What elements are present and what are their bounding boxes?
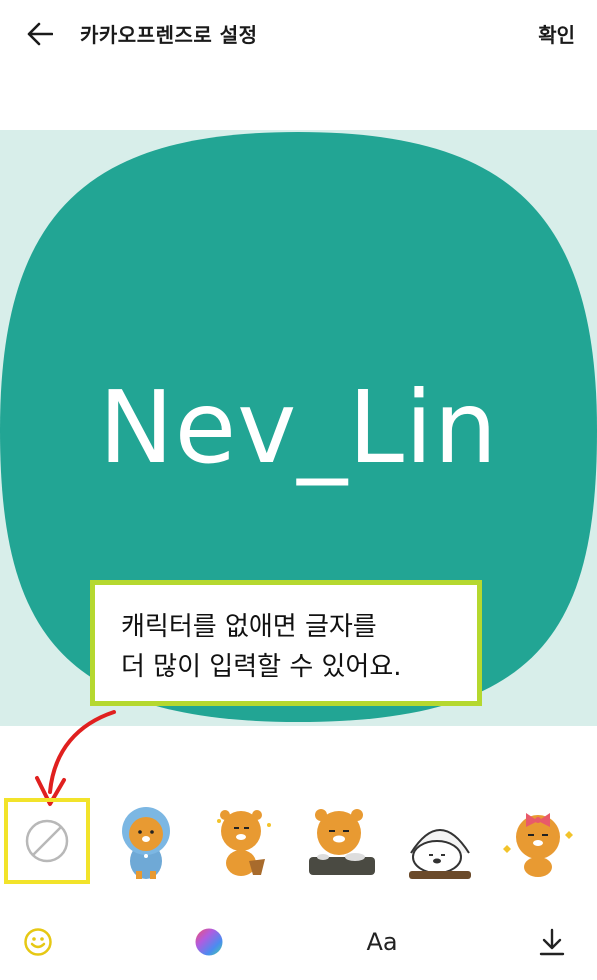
character-ryan-bow[interactable] bbox=[493, 796, 583, 886]
character-bear-sleeping[interactable] bbox=[395, 796, 485, 886]
font-tab-button[interactable]: Aa bbox=[362, 924, 402, 960]
hint-tooltip: 캐릭터를 없애면 글자를 더 많이 입력할 수 있어요. bbox=[90, 580, 482, 706]
download-button[interactable] bbox=[536, 924, 568, 960]
character-picker bbox=[0, 796, 597, 888]
ryan-bow-icon bbox=[503, 813, 573, 877]
ryan-dishes-icon bbox=[309, 809, 375, 875]
back-arrow-icon bbox=[27, 22, 53, 46]
no-character-option[interactable] bbox=[4, 798, 90, 884]
ryan-hoodie-icon bbox=[122, 807, 170, 879]
character-tab-button[interactable] bbox=[22, 924, 54, 960]
back-button[interactable] bbox=[22, 16, 58, 52]
preview-name-text[interactable]: Nev_Lin bbox=[0, 378, 597, 478]
ryan-basket-icon bbox=[217, 810, 271, 876]
character-ryan-basket[interactable] bbox=[199, 796, 289, 886]
tooltip-line-1: 캐릭터를 없애면 글자를 bbox=[121, 612, 377, 642]
page-title: 카카오프렌즈로 설정 bbox=[80, 23, 258, 47]
no-character-icon bbox=[25, 819, 69, 863]
bottom-toolbar: Aa bbox=[0, 912, 597, 972]
color-tab-button[interactable] bbox=[193, 924, 225, 960]
smiley-icon bbox=[24, 928, 52, 956]
bear-sleeping-icon bbox=[409, 829, 471, 879]
character-ryan-dishes[interactable] bbox=[297, 796, 387, 886]
color-wheel-icon bbox=[195, 928, 223, 956]
tooltip-line-2: 더 많이 입력할 수 있어요. bbox=[121, 652, 402, 682]
top-bar: 카카오프렌즈로 설정 확인 bbox=[0, 0, 597, 66]
character-ryan-hoodie[interactable] bbox=[101, 796, 191, 886]
confirm-button[interactable]: 확인 bbox=[538, 19, 575, 48]
download-icon bbox=[539, 928, 565, 956]
